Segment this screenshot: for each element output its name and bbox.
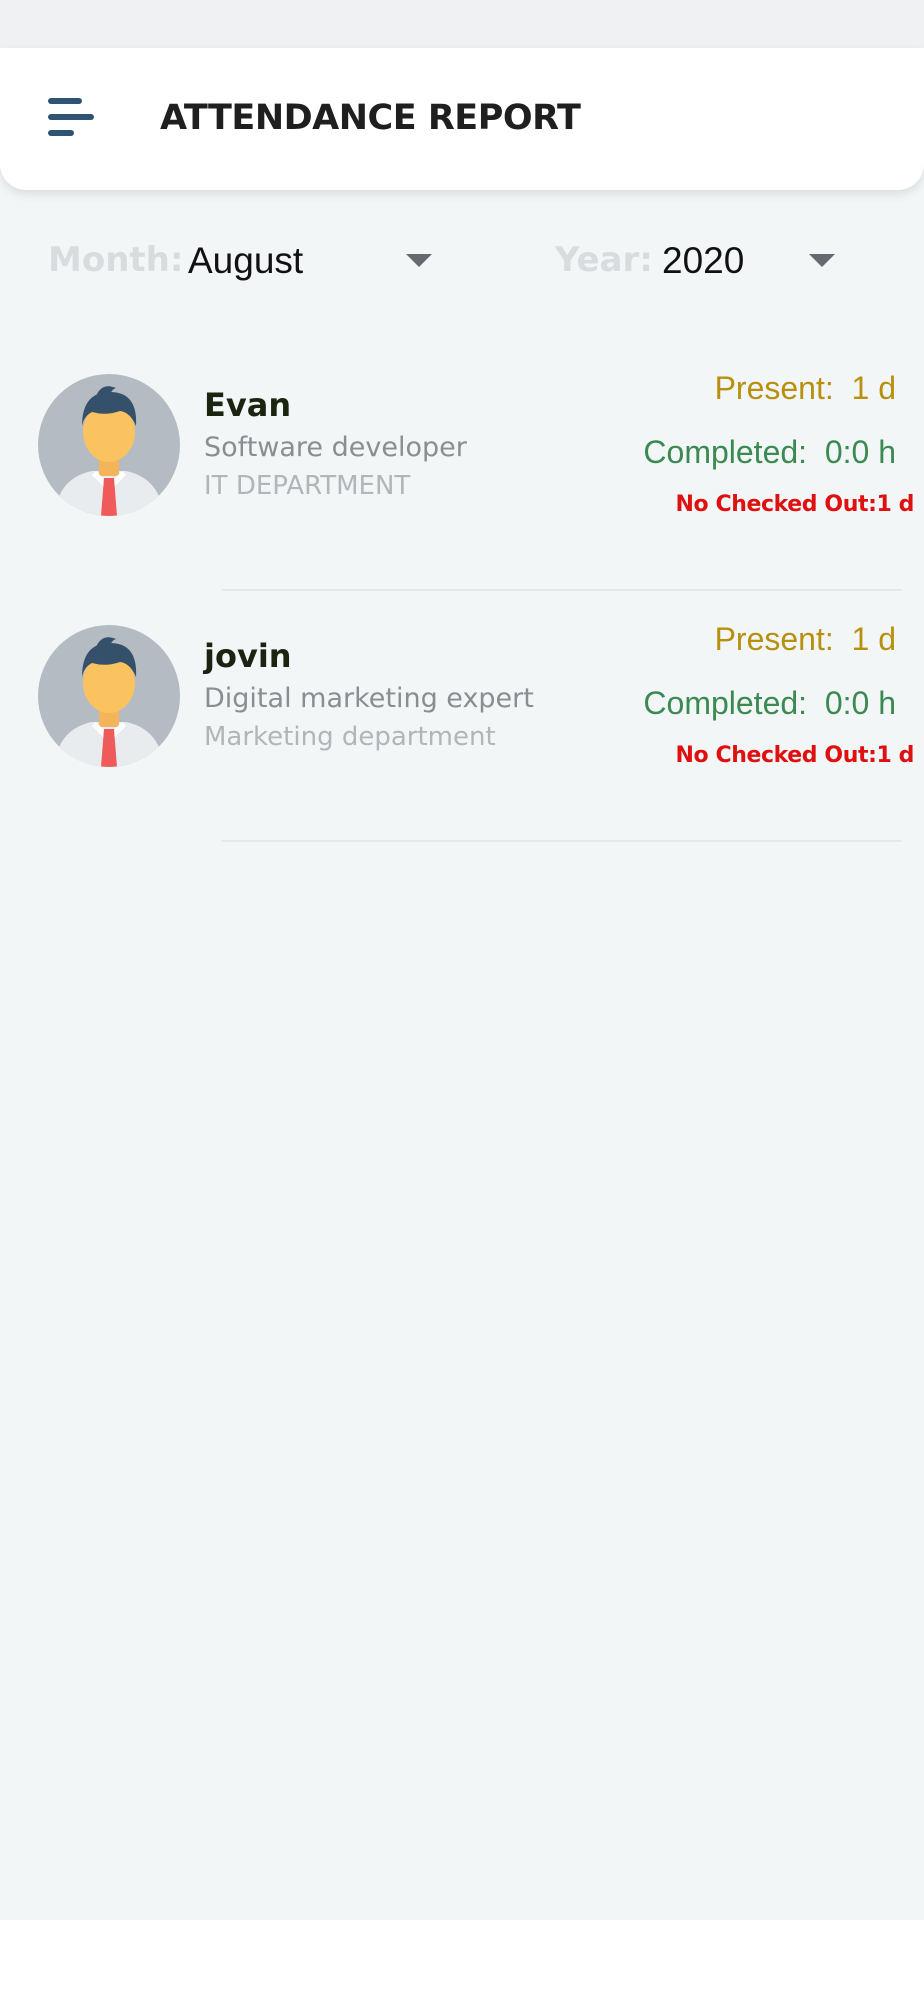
chevron-down-icon	[809, 254, 835, 267]
present-days: Present: 1 d	[714, 370, 896, 406]
present-days: Present: 1 d	[714, 621, 896, 657]
page-title: ATTENDANCE REPORT	[160, 98, 581, 138]
completed-hours: Completed: 0:0 h	[643, 434, 896, 470]
month-label: Month:	[48, 240, 184, 280]
year-dropdown[interactable]: 2020	[652, 230, 842, 294]
menu-icon-line	[48, 130, 74, 136]
month-dropdown[interactable]: August	[180, 230, 440, 294]
filter-bar: Month: August Year: 2020	[0, 230, 924, 294]
employee-department: IT DEPARTMENT	[204, 471, 411, 501]
employee-list-item[interactable]: Evan Software developer IT DEPARTMENT Pr…	[0, 340, 924, 591]
completed-hours: Completed: 0:0 h	[643, 685, 896, 721]
status-bar	[0, 0, 924, 48]
divider	[222, 840, 902, 842]
employee-list: Evan Software developer IT DEPARTMENT Pr…	[0, 340, 924, 842]
avatar-icon	[38, 625, 180, 767]
no-checked-out-days: No Checked Out:1 d	[675, 492, 914, 517]
screen: ATTENDANCE REPORT Month: August Year: 20…	[0, 0, 924, 1920]
year-value: 2020	[662, 240, 745, 281]
employee-list-item[interactable]: jovin Digital marketing expert Marketing…	[0, 591, 924, 842]
employee-department: Marketing department	[204, 722, 496, 752]
employee-role: Software developer	[204, 432, 467, 463]
employee-name: Evan	[204, 386, 292, 424]
app-bar: ATTENDANCE REPORT	[0, 48, 924, 190]
menu-icon-line	[48, 114, 94, 120]
year-label: Year:	[555, 240, 653, 280]
chevron-down-icon	[406, 254, 432, 267]
avatar-icon	[38, 374, 180, 516]
menu-icon-line	[48, 98, 82, 104]
menu-button[interactable]	[44, 94, 100, 144]
employee-name: jovin	[204, 637, 292, 675]
no-checked-out-days: No Checked Out:1 d	[675, 743, 914, 768]
month-value: August	[188, 240, 304, 281]
employee-role: Digital marketing expert	[204, 683, 534, 714]
